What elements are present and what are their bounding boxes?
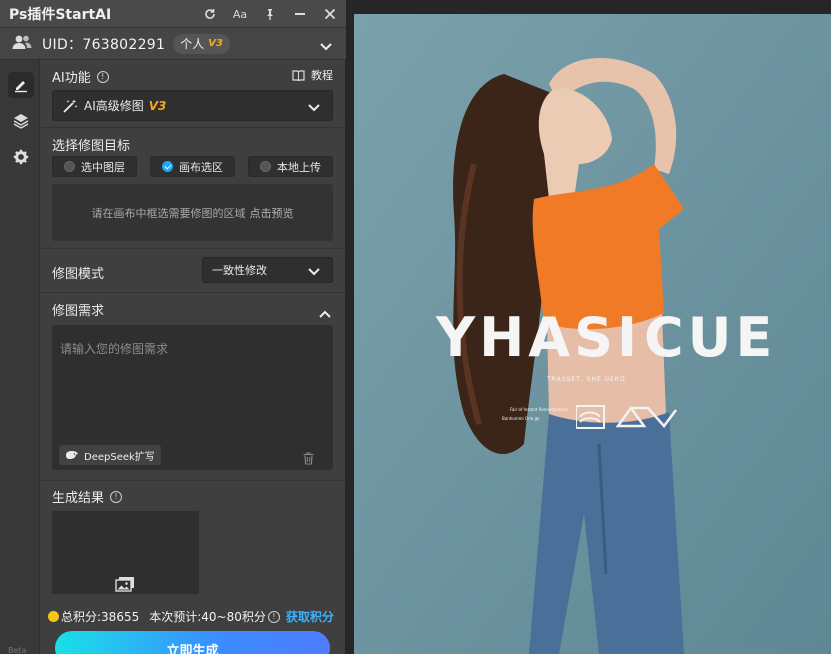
mode-label: 修图模式 [52, 267, 105, 282]
trash-icon[interactable] [303, 450, 314, 469]
plan-label: 个人 [180, 37, 205, 51]
mode-value: 一致性修改 [212, 264, 267, 277]
radio-icon [260, 161, 271, 172]
ai-function-select[interactable]: AI高级修图 V3 [52, 90, 333, 121]
ai-function-version: V3 [148, 98, 167, 113]
plugin-panel: Ps插件StartAI Aa UID：763802291 个人 V3 Beta … [0, 0, 346, 654]
side-rail [0, 60, 40, 654]
user-id: UID：763802291 [42, 36, 166, 53]
poster-small-1: Fair of Instant Remembrance [510, 407, 568, 412]
app-title: Ps插件StartAI [9, 6, 112, 23]
layers-icon [13, 114, 29, 129]
target-label: 选择修图目标 [52, 139, 131, 154]
gear-icon [13, 149, 29, 165]
request-label: 修图需求 [52, 304, 105, 319]
pin-icon[interactable] [262, 6, 278, 22]
whale-icon [66, 451, 78, 459]
chevron-down-icon [308, 101, 320, 115]
info-icon[interactable]: ! [110, 490, 123, 503]
poster-subtitle: TRASSET, SHE UERO [547, 376, 626, 383]
poster-headline-left: YHASI [436, 306, 642, 369]
rail-layers-tab[interactable] [8, 108, 34, 134]
deepseek-expand-button[interactable]: DeepSeek扩写 [59, 445, 161, 465]
target-option-canvas-selection[interactable]: 画布选区 [150, 156, 235, 177]
chevron-up-icon[interactable] [319, 303, 331, 322]
ps-canvas[interactable]: YHASI CUE TRASSET, SHE UERO Fair of Inst… [346, 0, 831, 654]
rail-note: Beta [8, 646, 27, 654]
refresh-icon[interactable] [202, 6, 218, 22]
app-window: Ps插件StartAI Aa UID：763802291 个人 V3 Beta … [0, 0, 831, 654]
coin-icon [48, 611, 59, 622]
points-bar: 总积分:38655 本次预计:40~80积分 ! 获取积分 [48, 608, 334, 625]
result-heading: 生成结果 ! [52, 487, 123, 506]
info-icon[interactable]: ! [267, 610, 280, 623]
preview-link[interactable]: 点击预览 [250, 205, 294, 221]
radio-checked-icon [162, 161, 173, 172]
radio-icon [64, 161, 75, 172]
plan-badge: 个人 V3 [173, 33, 230, 54]
canvas-image: YHASI CUE TRASSET, SHE UERO Fair of Inst… [354, 14, 831, 654]
result-preview [52, 511, 199, 594]
panel-content: AI功能 ! 教程 AI高级修图 V3 选择修图目标 选中图层 画布选区 本地上… [40, 60, 345, 654]
rail-edit-tab[interactable] [8, 72, 34, 98]
ai-function-section: AI功能 ! 教程 AI高级修图 V3 [40, 60, 345, 128]
user-bar[interactable]: UID：763802291 个人 V3 [0, 28, 346, 60]
mode-section: 修图模式 一致性修改 [40, 249, 345, 293]
ai-function-value: AI高级修图 [84, 99, 144, 113]
ai-function-label: AI功能 [52, 71, 91, 86]
poster-small-2: Banhommi Orlo ge [502, 416, 540, 421]
result-label: 生成结果 [52, 491, 105, 506]
target-option-label: 画布选区 [179, 160, 223, 174]
tutorial-label: 教程 [311, 69, 333, 82]
font-size-button[interactable]: Aa [232, 6, 248, 22]
mode-select[interactable]: 一致性修改 [202, 257, 333, 283]
deepseek-label: DeepSeek扩写 [84, 451, 155, 463]
chevron-down-icon [308, 265, 320, 279]
info-icon[interactable]: ! [96, 70, 109, 83]
tutorial-link[interactable]: 教程 [292, 67, 333, 83]
title-bar: Ps插件StartAI Aa [0, 0, 346, 28]
target-option-upload[interactable]: 本地上传 [248, 156, 333, 177]
target-option-layer[interactable]: 选中图层 [52, 156, 137, 177]
book-icon [292, 70, 305, 81]
rail-settings-tab[interactable] [8, 144, 34, 170]
close-icon[interactable] [322, 6, 338, 22]
plan-version: V3 [208, 38, 223, 49]
poster-headline-right: CUE [644, 306, 777, 369]
panel-footer: 总积分:38655 本次预计:40~80积分 ! 获取积分 立即生成 [40, 600, 345, 654]
generate-button[interactable]: 立即生成 [55, 631, 330, 654]
image-icon [115, 576, 135, 596]
earn-points-link[interactable]: 获取积分 [286, 608, 334, 625]
ai-function-heading: AI功能 ! [52, 67, 109, 86]
target-option-label: 本地上传 [277, 160, 321, 174]
poster-logo-marks [576, 405, 677, 429]
chevron-down-icon[interactable] [320, 36, 332, 55]
selection-hint: 请在画布中框选需要修图的区域 [91, 206, 246, 220]
target-option-label: 选中图层 [81, 160, 125, 174]
total-points: 总积分:38655 [61, 610, 140, 624]
magic-wand-icon [63, 99, 78, 113]
minimize-icon[interactable] [292, 6, 308, 22]
users-icon [12, 34, 32, 54]
cost-estimate: 本次预计:40~80积分 [149, 610, 266, 624]
title-bar-actions: Aa [202, 0, 338, 28]
selection-hint-box: 请在画布中框选需要修图的区域 点击预览 [52, 184, 333, 241]
pencil-icon [15, 81, 27, 93]
